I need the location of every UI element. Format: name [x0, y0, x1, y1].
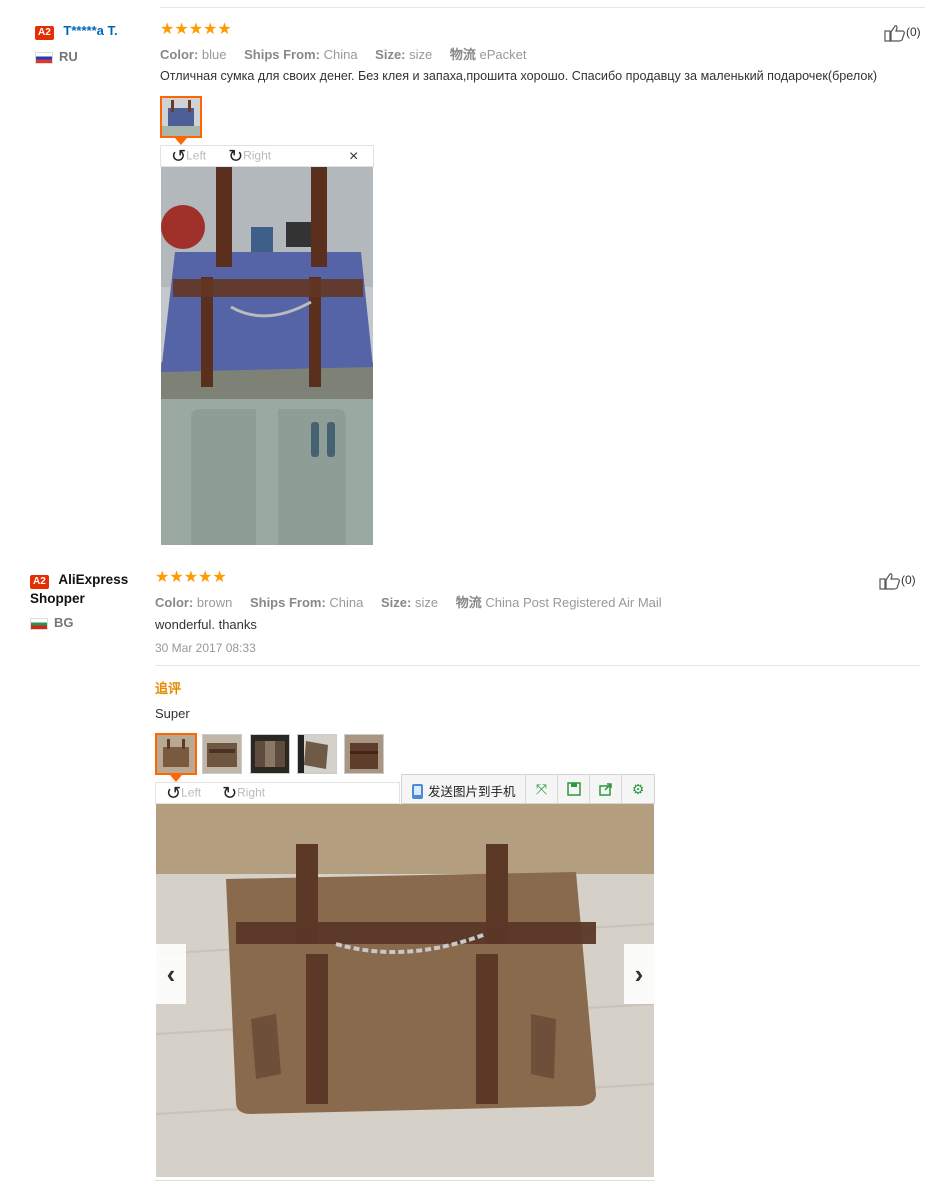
reviewer-name-line2: Shopper [30, 591, 85, 606]
review-date: 30 Mar 2017 08:33 [155, 641, 256, 655]
followup-divider [155, 665, 920, 666]
rotate-right-label: Right [243, 148, 272, 163]
save-button[interactable] [557, 775, 589, 803]
thumbnail-image [345, 735, 383, 773]
review-thumbnail[interactable] [155, 733, 197, 775]
size-label: Size: [375, 47, 406, 62]
share-button[interactable] [589, 775, 621, 803]
reviewer-name[interactable]: T*****a T. [63, 23, 117, 38]
rotate-left-icon: ↺ [166, 783, 182, 803]
close-icon[interactable]: × [349, 149, 358, 165]
settings-button[interactable]: ⚙ [621, 775, 654, 803]
phone-icon [412, 784, 423, 799]
review-photo-brown-bag [156, 804, 654, 1177]
expand-button[interactable]: ⤧ [525, 775, 557, 803]
star-rating: ★★★★★ [160, 21, 232, 38]
level-badge: A2 [35, 26, 54, 40]
rotate-right-icon: ↻ [228, 146, 244, 166]
photo-bottom-border [155, 1180, 655, 1181]
rotate-left-button[interactable]: ↺Left [166, 783, 201, 804]
review-thumbnail[interactable] [160, 96, 202, 138]
country-code: RU [59, 49, 78, 64]
send-to-phone-button[interactable]: 发送图片到手机 [412, 781, 516, 800]
color-label: Color: [155, 595, 194, 610]
ships-label: Ships From: [244, 47, 320, 62]
chevron-left-icon: ‹ [166, 958, 176, 989]
review-photo-blue-bag [161, 167, 373, 545]
image-toolbar: 发送图片到手机 ⤧ ⚙ [401, 774, 655, 804]
color-label: Color: [160, 47, 199, 62]
thumbs-up-icon [879, 573, 900, 590]
flag-bg-icon [30, 617, 48, 630]
reviewer-1: A2 T*****a T. [35, 23, 118, 40]
followup-text: Super [155, 706, 190, 721]
logistics-label: 物流 [455, 595, 482, 610]
color-value: brown [196, 595, 233, 610]
logistics-label: 物流 [449, 47, 476, 62]
review-thumbnail[interactable] [297, 734, 337, 774]
rotate-left-icon: ↺ [171, 146, 187, 166]
size-value: size [414, 595, 439, 610]
helpful-count: (0) [901, 573, 916, 588]
ships-label: Ships From: [249, 595, 326, 610]
thumbnail-image [203, 735, 241, 773]
helpful-count: (0) [906, 25, 921, 40]
level-badge: A2 [30, 575, 49, 589]
order-attributes: Color: blue Ships From: China Size: size… [160, 44, 527, 63]
color-value: blue [201, 47, 227, 62]
helpful-button[interactable]: (0) [879, 572, 916, 590]
followup-label: 追评 [155, 681, 182, 696]
thumbnail-caret [175, 138, 187, 145]
reviewer-country: BG [30, 615, 74, 630]
country-code: BG [54, 615, 74, 630]
reviewer-2: A2 AliExpress Shopper [30, 570, 128, 608]
review-thumbnail[interactable] [202, 734, 242, 774]
ships-value: China [323, 47, 358, 62]
thumbnail-image [162, 98, 200, 136]
rotate-right-button[interactable]: ↻Right [228, 146, 271, 167]
rotate-left-label: Left [181, 785, 202, 800]
star-rating: ★★★★★ [155, 569, 227, 586]
size-value: size [409, 47, 433, 62]
rotate-right-icon: ↻ [222, 783, 238, 803]
reviewer-country: RU [35, 49, 78, 64]
thumbnail-image [251, 735, 289, 773]
save-icon [566, 782, 581, 796]
rotate-left-button[interactable]: ↺Left [171, 146, 206, 167]
rotate-right-label: Right [237, 785, 266, 800]
thumbnail-caret [170, 775, 182, 782]
reviewer-name-line1: AliExpress [58, 572, 129, 587]
ships-value: China [329, 595, 364, 610]
prev-image-button[interactable]: ‹ [156, 944, 186, 1004]
review-thumbnail[interactable] [344, 734, 384, 774]
logistics-value: ePacket [479, 47, 527, 62]
top-divider [160, 7, 925, 8]
thumbs-up-icon [884, 25, 905, 42]
send-to-phone-label: 发送图片到手机 [428, 785, 516, 799]
logistics-value: China Post Registered Air Mail [485, 595, 662, 610]
rotate-right-button[interactable]: ↻Right [222, 783, 265, 804]
share-icon [598, 783, 612, 796]
settings-icon: ⚙ [631, 780, 645, 797]
helpful-button[interactable]: (0) [884, 24, 921, 42]
next-image-button[interactable]: › [624, 944, 654, 1004]
flag-ru-icon [35, 51, 53, 64]
review-text: Отличная сумка для своих денег. Без клея… [160, 69, 878, 83]
thumbnail-image [298, 735, 336, 773]
rotate-left-label: Left [186, 148, 207, 163]
chevron-right-icon: › [634, 958, 644, 989]
order-attributes: Color: brown Ships From: China Size: siz… [155, 592, 662, 611]
expand-icon: ⤧ [535, 780, 548, 797]
review-text: wonderful. thanks [155, 617, 257, 632]
review-thumbnail[interactable] [250, 734, 290, 774]
size-label: Size: [381, 595, 412, 610]
thumbnail-image [157, 735, 195, 773]
